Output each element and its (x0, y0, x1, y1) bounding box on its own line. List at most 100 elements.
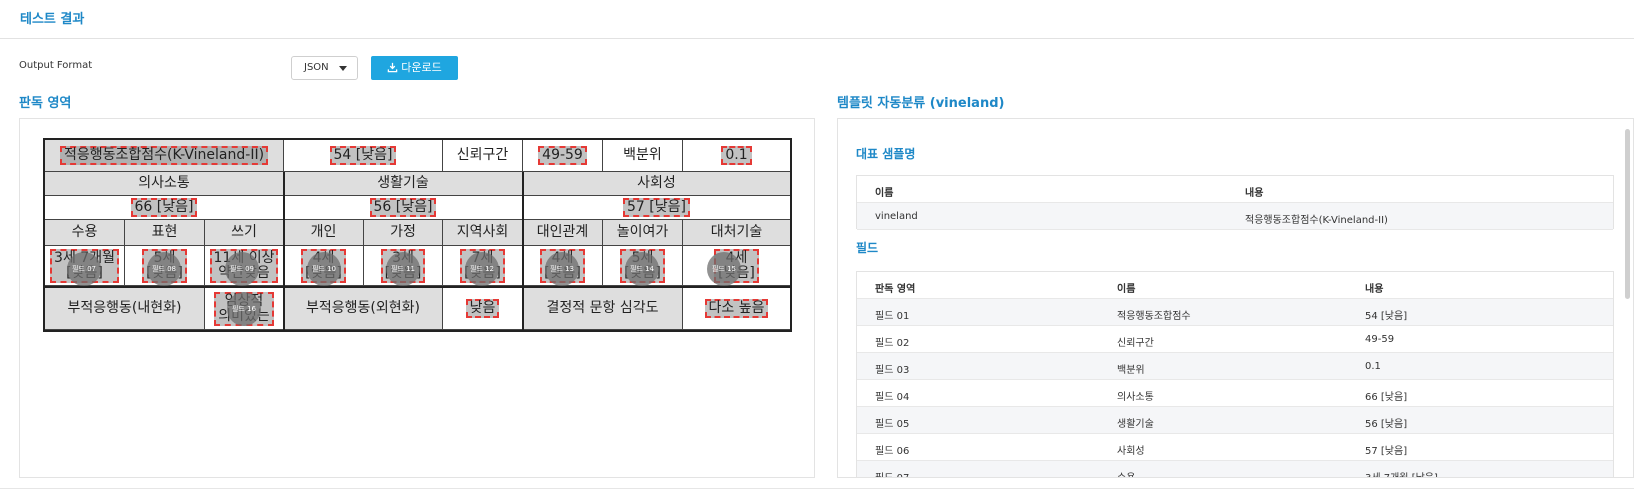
fields-header-row: 판독 영역 이름 내용 (857, 272, 1613, 299)
field-row[interactable]: 필드 03 백분위 0.1 (857, 353, 1613, 380)
field-row[interactable]: 필드 06 사회성 57 [낮음] (857, 434, 1613, 461)
fields-table: 판독 영역 이름 내용 필드 01 적응행동조합점수 54 [낮음] 필드 02 신뢰구… (856, 271, 1614, 477)
document-image: 적응행동조합점수(K-Vineland-II) 54 [낮음] 신뢰구간 49-59 백… (43, 138, 792, 332)
composite-score-label: 적응행동조합점수(K-Vineland-II) (45, 140, 284, 172)
fields-title: 필드 (856, 241, 879, 255)
sample-table: 이름 내용 vineland 적응행동조합점수(K-Vineland-II) (856, 175, 1614, 230)
download-label: 다운로드 (401, 61, 442, 74)
field-name: 수용 (1117, 469, 1135, 477)
doc-divider (45, 286, 790, 288)
field-area: 필드 03 (875, 365, 910, 376)
field-area: 필드 05 (875, 419, 910, 430)
header-name: 이름 (1117, 284, 1136, 295)
maladaptive-external-label: 부적응행동(외현화) (284, 288, 443, 330)
field-content: 57 [낮음] (1365, 446, 1408, 457)
domain-name: 사회성 (523, 172, 790, 196)
ci-label: 신뢰구간 (443, 140, 523, 172)
download-button[interactable]: 다운로드 (371, 56, 458, 80)
detected-field-box[interactable]: 49-59 (538, 146, 587, 165)
field-marker[interactable]: 필드 15 (707, 252, 741, 286)
page-title: 테스트 결과 (20, 12, 85, 27)
critical-items-value: 다소 높음 (683, 288, 790, 330)
percentile-value: 0.1 (683, 140, 790, 172)
composite-score-value: 54 [낮음] (284, 140, 443, 172)
doc-divider (522, 172, 524, 330)
domain-score: 56 [낮음] (284, 196, 523, 220)
detected-field-box[interactable]: 적응행동조합점수(K-Vineland-II) (59, 146, 269, 165)
field-area: 필드 04 (875, 392, 910, 403)
field-marker[interactable]: 필드 13 (545, 252, 579, 286)
field-name: 생활기술 (1117, 419, 1154, 430)
field-name: 신뢰구간 (1117, 338, 1154, 349)
maladaptive-external-value: 낮음 (443, 288, 523, 330)
domain-name: 생활기술 (284, 172, 523, 196)
field-marker[interactable]: 필드 16 (227, 292, 261, 326)
field-content: 49-59 (1365, 334, 1395, 345)
field-name: 백분위 (1117, 365, 1145, 376)
field-content: 56 [낮음] (1365, 419, 1408, 430)
subdomain-name: 놀이여가 (603, 220, 683, 246)
field-marker[interactable]: 필드 09 (225, 252, 259, 286)
detected-field-box[interactable]: 54 [낮음] (329, 146, 397, 165)
detected-field-box[interactable]: 다소 높음 (704, 299, 769, 318)
detected-field-box[interactable]: 57 [낮음] (623, 198, 690, 217)
field-content: 66 [낮음] (1365, 392, 1408, 403)
header-divider (0, 38, 1634, 39)
subdomain-name: 표현 (125, 220, 205, 246)
field-name: 의사소통 (1117, 392, 1154, 403)
field-area: 필드 02 (875, 338, 910, 349)
sample-header-row: 이름 내용 (857, 176, 1613, 203)
subdomain-name: 지역사회 (443, 220, 523, 246)
detected-field-box[interactable]: 66 [낮음] (130, 198, 198, 217)
subdomain-name: 개인 (284, 220, 364, 246)
detected-field-box[interactable]: 낮음 (465, 299, 500, 318)
download-icon (387, 62, 398, 73)
field-content: 54 [낮음] (1365, 311, 1408, 322)
field-marker[interactable]: 필드 10 (307, 252, 341, 286)
classification-panel: 대표 샘플명 이름 내용 vineland 적응행동조합점수(K-Vinelan… (837, 118, 1634, 478)
field-row[interactable]: 필드 07 수용 3세 7개월 [낮음] (857, 461, 1613, 477)
header-area: 판독 영역 (875, 284, 916, 295)
header-content: 내용 (1365, 284, 1384, 295)
field-name: 적응행동조합점수 (1117, 311, 1191, 322)
domain-score: 57 [낮음] (523, 196, 790, 220)
field-row[interactable]: 필드 04 의사소통 66 [낮음] (857, 380, 1613, 407)
scrollbar[interactable] (1625, 129, 1630, 299)
field-marker[interactable]: 필드 07 (67, 252, 101, 286)
field-area: 필드 06 (875, 446, 910, 457)
field-name: 사회성 (1117, 446, 1145, 457)
percentile-label: 백분위 (603, 140, 683, 172)
sample-content: 적응행동조합점수(K-Vineland-II) (1245, 215, 1388, 226)
ci-value: 49-59 (523, 140, 603, 172)
sample-name-title: 대표 샘플명 (856, 147, 916, 161)
subdomain-name: 대처기술 (683, 220, 790, 246)
subdomain-name: 수용 (45, 220, 125, 246)
field-marker[interactable]: 필드 12 (465, 252, 499, 286)
field-row[interactable]: 필드 01 적응행동조합점수 54 [낮음] (857, 299, 1613, 326)
subdomain-name: 대인관계 (523, 220, 603, 246)
field-marker[interactable]: 필드 14 (625, 252, 659, 286)
field-row[interactable]: 필드 02 신뢰구간 49-59 (857, 326, 1613, 353)
field-content: 3세 7개월 [낮음] (1365, 469, 1438, 477)
caret-down-icon (339, 66, 347, 71)
sample-row[interactable]: vineland 적응행동조합점수(K-Vineland-II) (857, 203, 1613, 230)
field-area: 필드 01 (875, 311, 910, 322)
field-marker[interactable]: 필드 11 (386, 252, 420, 286)
header-name: 이름 (875, 188, 894, 199)
field-area: 필드 07 (875, 469, 909, 477)
detected-field-box[interactable]: 0.1 (721, 146, 752, 165)
maladaptive-internal-label: 부적응행동(내현화) (45, 288, 205, 330)
output-format-label: Output Format (19, 60, 93, 71)
subdomain-name: 가정 (364, 220, 443, 246)
header-content: 내용 (1245, 188, 1264, 199)
field-row[interactable]: 필드 05 생활기술 56 [낮음] (857, 407, 1613, 434)
detected-field-box[interactable]: 56 [낮음] (369, 198, 437, 217)
output-format-value: JSON (304, 62, 329, 73)
output-format-select[interactable]: JSON (291, 56, 358, 80)
domain-name: 의사소통 (45, 172, 284, 196)
field-marker[interactable]: 필드 08 (147, 252, 181, 286)
doc-divider (283, 172, 285, 330)
field-content: 0.1 (1365, 361, 1381, 372)
subdomain-name: 쓰기 (205, 220, 284, 246)
sample-name: vineland (875, 211, 918, 222)
